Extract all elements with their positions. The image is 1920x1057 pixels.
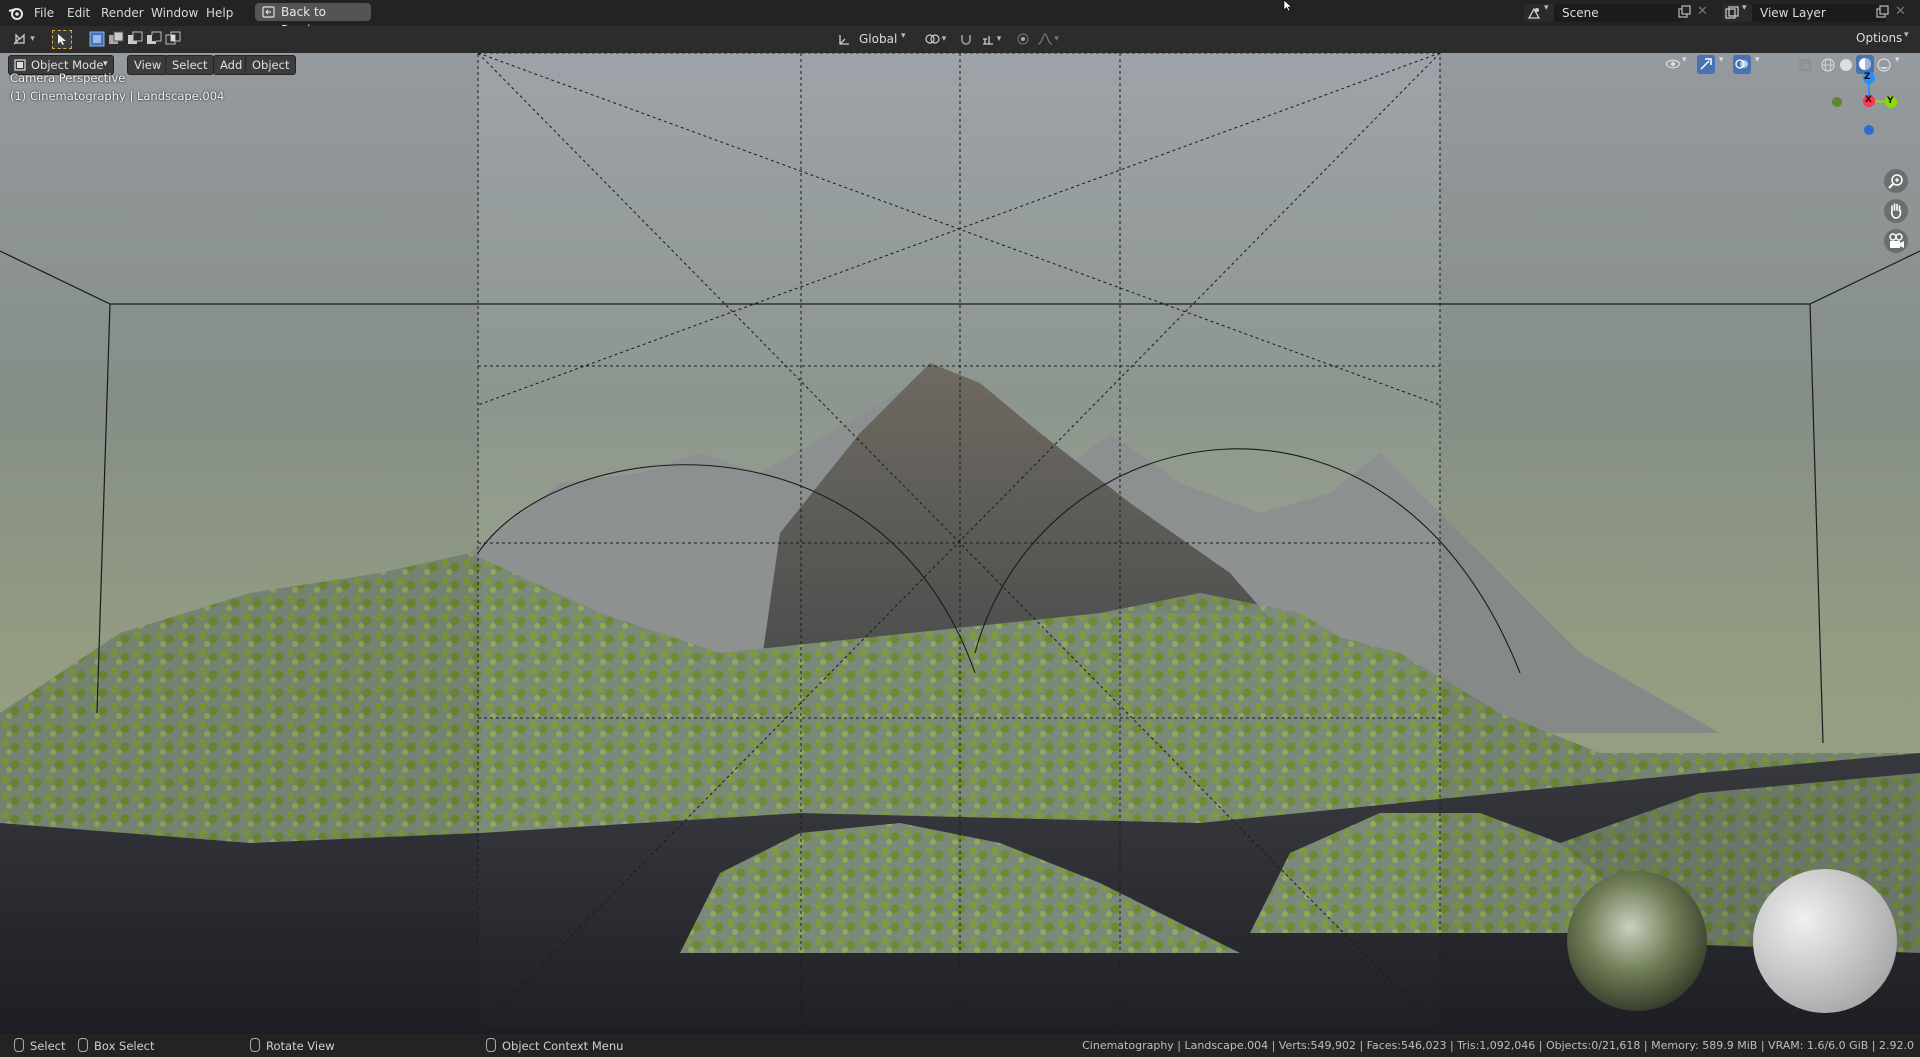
chevron-down-icon[interactable]: ▾ [1895, 55, 1900, 65]
zoom-button[interactable] [1884, 169, 1908, 193]
gizmo-y-label: Y [1887, 96, 1894, 106]
close-icon[interactable]: ✕ [1895, 4, 1906, 19]
gizmo-toggle[interactable] [1697, 55, 1715, 74]
status-context-menu: Object Context Menu [486, 1038, 623, 1054]
select-mode-new-icon[interactable] [89, 31, 105, 47]
hdri-preview-sphere [1567, 871, 1707, 1011]
gizmo-icon [1700, 58, 1712, 70]
xray-icon[interactable] [1799, 59, 1811, 71]
shading-material-icon [1859, 58, 1871, 70]
view-menu[interactable]: View [127, 55, 169, 75]
transform-orientation-value: Global [859, 32, 898, 46]
pivot-icon [925, 34, 940, 44]
chevron-down-icon: ▾ [996, 34, 1002, 44]
status-rotate-view: Rotate View [250, 1038, 335, 1054]
object-mode-icon [14, 59, 26, 71]
scene-browse-button[interactable]: ▾ [1524, 3, 1554, 22]
back-icon [262, 6, 275, 18]
visibility-icon [1665, 59, 1681, 69]
active-object-label: (1) Cinematography | Landscape.004 [10, 89, 225, 103]
select-mode-subtract-icon[interactable] [127, 31, 143, 47]
chevron-down-icon: ▾ [1054, 34, 1059, 44]
select-tool-button[interactable] [52, 30, 72, 49]
close-icon[interactable]: ✕ [1697, 4, 1708, 19]
select-mode-group [89, 31, 181, 47]
shading-solid-icon[interactable] [1839, 58, 1853, 72]
chevron-down-icon: ▾ [941, 34, 947, 44]
shading-rendered-icon[interactable] [1877, 58, 1891, 72]
mouse-icon [78, 1038, 88, 1052]
chevron-down-icon[interactable]: ▾ [1719, 55, 1724, 65]
pan-button[interactable] [1884, 199, 1908, 223]
status-box-select: Box Select [78, 1038, 155, 1054]
menu-help[interactable]: Help [200, 4, 239, 22]
options-label: Options [1856, 31, 1903, 45]
chevron-down-icon: ▾ [1742, 3, 1747, 13]
menu-edit[interactable]: Edit [61, 4, 96, 22]
proportional-edit-toggle[interactable] [1015, 30, 1031, 48]
mouse-icon [486, 1038, 496, 1052]
zoom-icon [1888, 174, 1903, 189]
camera-view-button[interactable] [1884, 229, 1908, 253]
menu-file[interactable]: File [28, 4, 60, 22]
view-layer-icon [1725, 6, 1739, 19]
transform-orientation-icon [839, 35, 849, 45]
chevron-down-icon: ▾ [1904, 30, 1909, 40]
top-bar: File Edit Render Window Help Back to Pre… [0, 0, 1920, 37]
blender-logo-icon[interactable] [8, 5, 24, 21]
camera-perspective-label: Camera Perspective [10, 71, 126, 85]
options-dropdown[interactable]: Options ▾ [1852, 30, 1914, 48]
view-layer-name-field[interactable]: View Layer [1752, 4, 1886, 22]
scene-statistics: Cinematography | Landscape.004 | Verts:5… [1082, 1039, 1914, 1052]
snap-target-dropdown[interactable]: ▾ [977, 30, 1005, 48]
chevron-down-icon: ▾ [901, 31, 906, 41]
material-preview-sphere [1753, 869, 1897, 1013]
select-menu[interactable]: Select [165, 55, 215, 75]
3d-viewport[interactable]: Object Mode ▾ View Select Add Object ▾ ▾… [0, 53, 1920, 1034]
select-mode-difference-icon[interactable] [146, 31, 162, 47]
select-mode-intersect-icon[interactable] [165, 31, 181, 47]
back-to-previous-button[interactable]: Back to Previous [255, 3, 371, 37]
snap-toggle[interactable] [956, 30, 976, 48]
menu-window[interactable]: Window [145, 4, 204, 22]
mouse-icon [250, 1038, 260, 1052]
overlay-toggle[interactable] [1733, 55, 1751, 74]
menu-render[interactable]: Render [95, 4, 150, 22]
editor-type-icon [13, 33, 25, 45]
falloff-curve-icon [1038, 33, 1053, 45]
snap-increment-icon [982, 36, 993, 45]
status-select: Select [14, 1038, 65, 1054]
object-menu[interactable]: Object [245, 55, 297, 75]
proportional-falloff-dropdown[interactable]: ▾ [1034, 30, 1062, 48]
select-tool-icon [58, 34, 66, 45]
view-layer-browse-button[interactable]: ▾ [1722, 3, 1752, 22]
snap-icon [961, 35, 971, 45]
overlay-icon [1735, 59, 1748, 69]
editor-type-button[interactable]: ▾ [8, 30, 40, 48]
shading-wireframe-icon[interactable] [1821, 58, 1835, 72]
gizmo-z-label: Z [1864, 72, 1871, 82]
add-menu[interactable]: Add [213, 55, 250, 75]
status-bar: Select Box Select Rotate View Object Con… [0, 1034, 1920, 1057]
mouse-cursor-icon [1283, 0, 1293, 12]
pivot-point-dropdown[interactable]: ▾ [920, 30, 950, 48]
visibility-dropdown[interactable]: ▾ [1663, 55, 1691, 74]
gizmo-x-label: X [1865, 95, 1872, 105]
chevron-down-icon: ▾ [1544, 3, 1549, 13]
new-view-layer-icon[interactable] [1875, 5, 1889, 19]
tool-header: ▾ Global ▾ ▾ ▾ ▾ Options ▾ [0, 26, 1920, 53]
mouse-icon [14, 1038, 24, 1052]
chevron-down-icon: ▾ [30, 34, 35, 44]
camera-view-icon [1889, 233, 1904, 248]
scene-name-field[interactable]: Scene [1554, 4, 1684, 22]
proportional-icon [1017, 33, 1029, 45]
select-mode-extend-icon[interactable] [108, 31, 124, 47]
pan-icon [1890, 203, 1902, 219]
transform-orientation-dropdown[interactable]: Global ▾ [833, 30, 913, 49]
chevron-down-icon[interactable]: ▾ [1755, 55, 1760, 65]
viewport-render[interactable] [0, 53, 1920, 1034]
scene-icon [1527, 7, 1541, 19]
new-scene-icon[interactable] [1677, 5, 1691, 19]
